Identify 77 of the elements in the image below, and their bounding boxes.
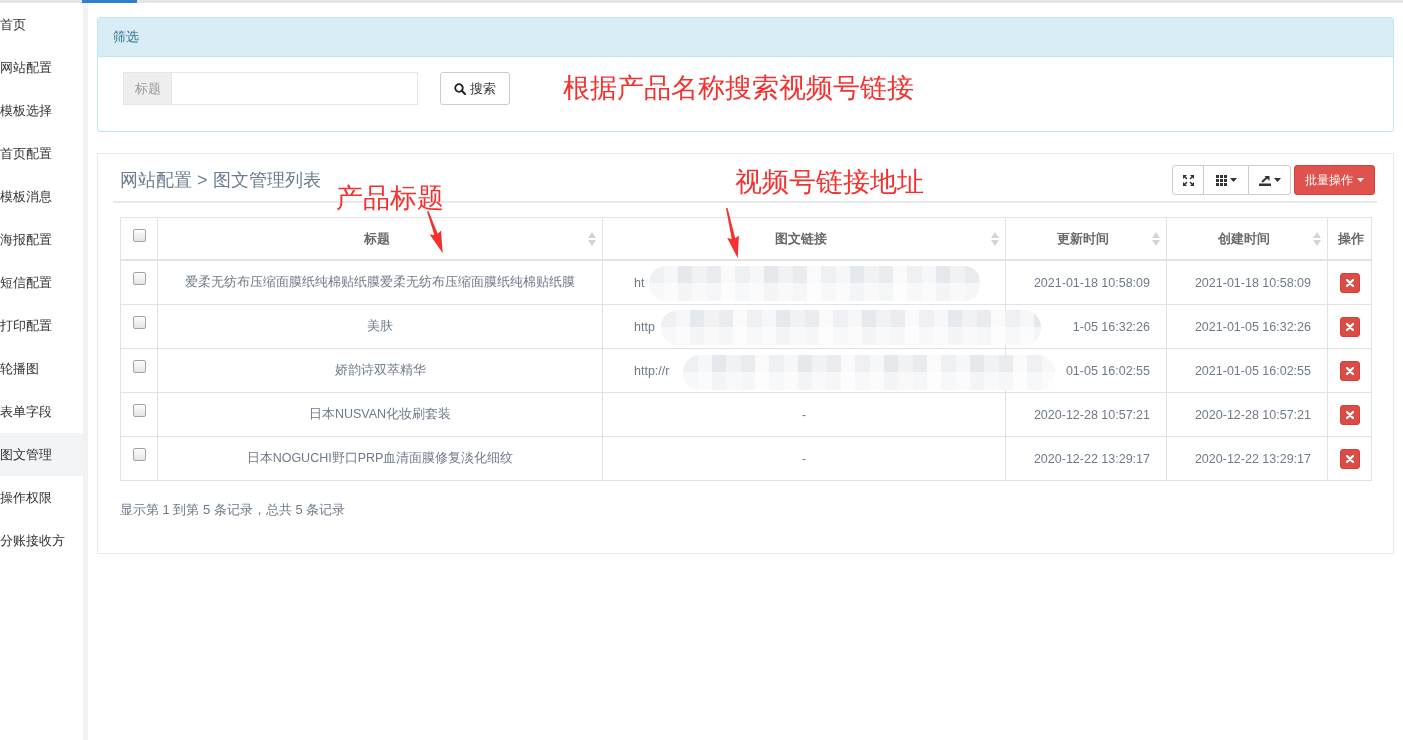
search-icon [454,82,466,95]
sidebar-item[interactable]: 模板选择 [0,89,83,132]
annotation-note: 产品标题 [336,185,444,212]
cross-icon [1345,454,1354,463]
table-cell: 2020-12-22 13:29:17 [1033,451,1150,466]
sidebar-item[interactable]: 首页 [0,3,83,46]
table-cell: 2021-01-05 16:02:55 [1194,363,1311,378]
column-header: 操作 [1337,229,1364,248]
annotation-arrow [427,210,443,253]
title-input[interactable] [172,72,418,105]
sidebar-item[interactable]: 首页配置 [0,132,83,175]
delete-button[interactable] [1339,448,1360,469]
delete-button[interactable] [1339,360,1360,381]
search-button[interactable]: 搜索 [440,72,510,105]
delete-button[interactable] [1339,272,1360,293]
delete-button[interactable] [1339,404,1360,425]
table-cell: 2020-12-28 10:57:21 [1194,407,1311,422]
annotation-arrow [726,207,740,258]
breadcrumb: 网站配置 > 图文管理列表 [120,169,321,192]
sidebar-item[interactable]: 分账接收方 [0,519,83,562]
caret-icon [1273,178,1281,182]
sidebar-item[interactable]: 轮播图 [0,347,83,390]
columns-button[interactable] [1203,165,1249,195]
sidebar-item[interactable]: 操作权限 [0,476,83,519]
column-header[interactable]: 创建时间 [1218,229,1270,248]
batch-actions-button[interactable]: 批量操作 [1294,165,1375,195]
grid-icon [1215,174,1227,186]
field-label: 标题 [123,72,172,105]
column-header[interactable]: 标题 [364,229,390,248]
active-tab-indicator [82,0,137,3]
select-all-checkbox[interactable] [132,229,146,242]
sidebar-item[interactable]: 表单字段 [0,390,83,433]
sidebar-item[interactable]: 短信配置 [0,261,83,304]
cross-icon [1345,366,1354,375]
table-cell: http://r [634,363,670,378]
table-cell: ht [634,275,645,290]
row-checkbox[interactable] [132,404,146,417]
export-button[interactable] [1248,165,1291,195]
caret-icon [1229,178,1237,182]
table-cell: 01-05 16:02:55 [1065,363,1150,378]
table-cell: - [801,451,807,466]
table-cell: 2021-01-18 10:58:09 [1194,275,1311,290]
pagination-info: 显示第 1 到第 5 条记录，总共 5 条记录 [120,501,347,519]
row-checkbox[interactable] [132,360,146,373]
table-cell: 娇韵诗双萃精华 [334,362,426,379]
table-cell: 美肤 [367,318,393,335]
column-header[interactable]: 更新时间 [1057,229,1109,248]
row-checkbox[interactable] [132,316,146,329]
table-cell: 2020-12-28 10:57:21 [1033,407,1150,422]
table-cell: 2021-01-05 16:32:26 [1194,319,1311,334]
table-cell: 1-05 16:32:26 [1072,319,1150,334]
caret-icon [1357,178,1364,182]
fullscreen-button[interactable] [1172,165,1204,195]
annotation-note: 视频号链接地址 [735,169,924,196]
export-icon [1258,174,1271,186]
row-checkbox[interactable] [132,272,146,285]
table-cell: http [634,319,655,334]
sidebar-item[interactable]: 模板消息 [0,175,83,218]
annotation-note: 根据产品名称搜索视频号链接 [563,75,914,102]
delete-button[interactable] [1339,316,1360,337]
sidebar-item[interactable]: 网站配置 [0,46,83,89]
sidebar-item[interactable]: 海报配置 [0,218,83,261]
cross-icon [1345,322,1354,331]
table-cell: - [801,407,807,422]
cross-icon [1345,410,1354,419]
cross-icon [1345,278,1354,287]
sidebar-item[interactable]: 打印配置 [0,304,83,347]
table-cell: 日本NOGUCHI野口PRP血清面膜修复淡化细纹 [246,450,514,467]
row-checkbox[interactable] [132,448,146,461]
table-cell: 2021-01-18 10:58:09 [1033,275,1150,290]
table-cell: 日本NUSVAN化妆刷套装 [308,406,452,423]
sidebar-item[interactable]: 图文管理 [0,433,83,476]
column-header[interactable]: 图文链接 [775,229,827,248]
table-cell: 爱柔无纺布压缩面膜纸纯棉贴纸膜爱柔无纺布压缩面膜纸纯棉贴纸膜 [185,274,575,291]
expand-icon [1182,174,1194,186]
table-cell: 2020-12-22 13:29:17 [1194,451,1311,466]
panel-title: 筛选 [113,28,139,46]
